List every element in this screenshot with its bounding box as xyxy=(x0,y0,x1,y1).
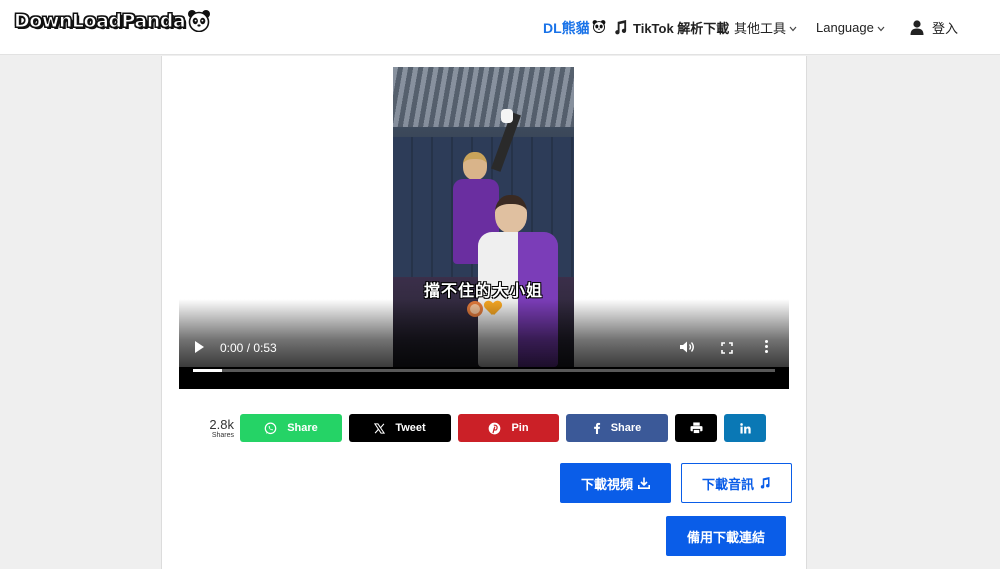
video-progress-loaded xyxy=(193,369,223,372)
share-count-number: 2.8k xyxy=(209,417,234,432)
download-icon xyxy=(638,477,650,489)
print-button[interactable] xyxy=(675,414,717,442)
backup-download-link-button[interactable]: 備用下載連結 xyxy=(666,516,786,556)
share-count: 2.8k Shares xyxy=(204,418,234,440)
panda-icon xyxy=(592,19,606,36)
music-note-icon xyxy=(760,477,770,489)
facebook-icon xyxy=(593,422,600,434)
share-count-label: Shares xyxy=(211,432,234,439)
twitter-share-label: Tweet xyxy=(395,422,426,434)
nav-language-dropdown[interactable]: Language xyxy=(816,0,885,55)
download-video-label: 下載視頻 xyxy=(580,476,633,492)
linkedin-icon xyxy=(739,422,751,434)
music-note-icon xyxy=(613,20,628,35)
fullscreen-icon[interactable] xyxy=(721,341,733,354)
backup-download-label: 備用下載連結 xyxy=(686,529,765,545)
video-time: 0:00 / 0:53 xyxy=(220,341,277,355)
whatsapp-share-button[interactable]: Share xyxy=(240,414,342,442)
facebook-share-button[interactable]: Share xyxy=(566,414,668,442)
facebook-share-label: Share xyxy=(610,422,642,434)
nav-tools-dropdown[interactable]: 其他工具 xyxy=(734,0,797,55)
play-icon[interactable] xyxy=(195,341,204,353)
volume-icon[interactable] xyxy=(679,340,695,354)
nav-tools-label: 其他工具 xyxy=(734,21,787,36)
nav-brand-label: DL熊貓 xyxy=(543,19,590,36)
nav-brand-link[interactable]: DL熊貓 xyxy=(543,0,606,55)
nav-login-link[interactable]: 登入 xyxy=(910,0,958,55)
video-caption: 擋不住的大小姐 xyxy=(423,281,543,300)
user-icon xyxy=(910,20,924,35)
download-audio-label: 下載音訊 xyxy=(701,476,754,492)
nav-login-label: 登入 xyxy=(932,21,959,36)
download-audio-button[interactable]: 下載音訊 xyxy=(681,463,792,503)
logo-text: DownLoadPanda xyxy=(13,10,186,33)
more-vert-icon[interactable] xyxy=(765,340,769,354)
site-header: DownLoadPanda DL熊貓 TikTok 解析下載 其他工具 Lang… xyxy=(0,0,1000,55)
pinterest-icon xyxy=(489,422,501,434)
pinterest-share-button[interactable]: Pin xyxy=(458,414,559,442)
nav-language-label: Language xyxy=(816,20,874,35)
pinterest-share-label: Pin xyxy=(511,422,529,434)
video-progress-bar[interactable] xyxy=(193,369,775,372)
nav-tiktok-link[interactable]: TikTok 解析下載 xyxy=(613,0,729,55)
x-twitter-icon xyxy=(374,422,386,434)
twitter-share-button[interactable]: Tweet xyxy=(349,414,451,442)
linkedin-share-button[interactable] xyxy=(724,414,766,442)
chevron-down-icon xyxy=(877,24,885,34)
nav-tiktok-label: TikTok 解析下載 xyxy=(633,21,730,36)
video-player[interactable]: 擋不住的大小姐 0:00 / 0:53 xyxy=(179,67,789,389)
download-video-button[interactable]: 下載視頻 xyxy=(560,463,671,503)
panda-icon xyxy=(187,10,211,33)
whatsapp-share-label: Share xyxy=(287,422,318,434)
chevron-down-icon xyxy=(789,24,797,34)
site-logo[interactable]: DownLoadPanda xyxy=(13,10,211,33)
print-icon xyxy=(690,422,702,434)
whatsapp-icon xyxy=(264,422,277,434)
